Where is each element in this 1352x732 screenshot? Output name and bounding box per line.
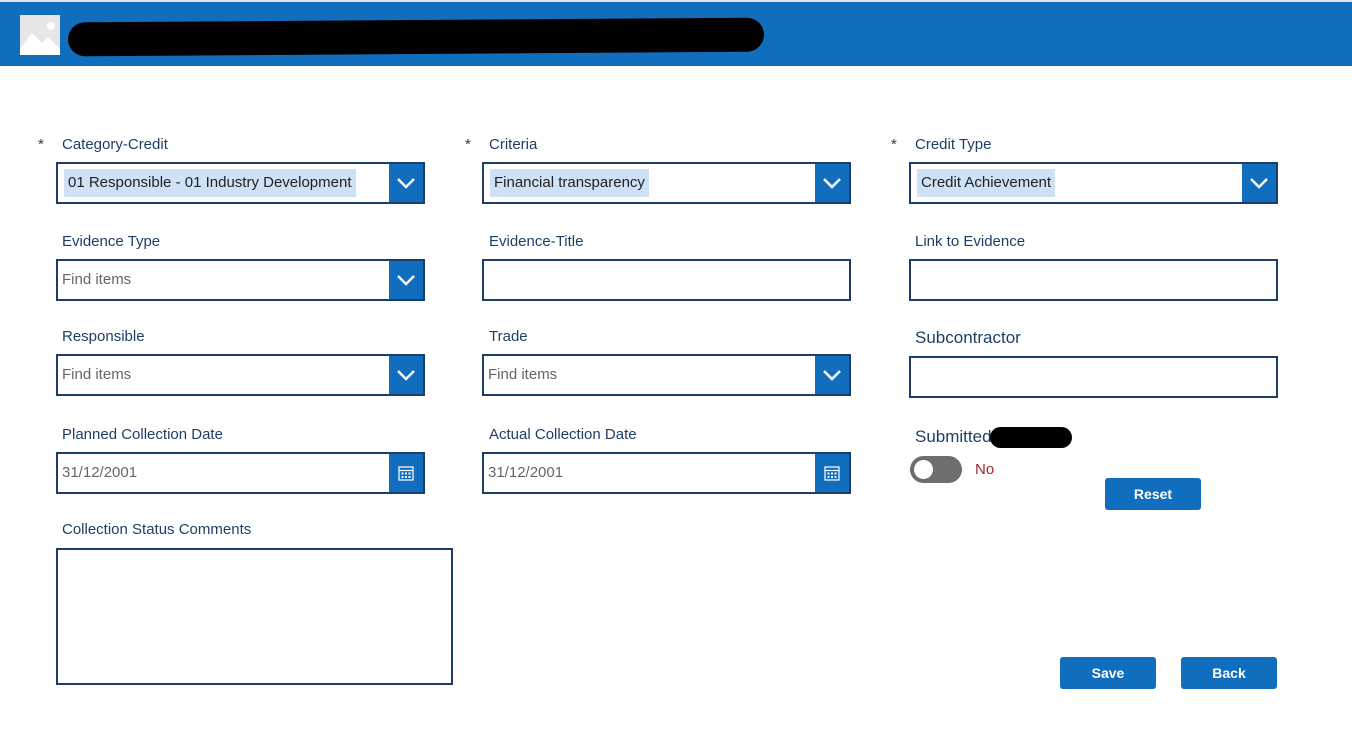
credit-type-label: Credit Type	[915, 136, 992, 153]
criteria-combobox[interactable]: Financial transparency	[482, 162, 851, 204]
actual-collection-date-label: Actual Collection Date	[489, 426, 637, 443]
evidence-title-label: Evidence-Title	[489, 233, 584, 250]
criteria-selected: Financial transparency	[490, 169, 649, 197]
category-credit-selected: 01 Responsible - 01 Industry Development	[64, 169, 356, 197]
actual-collection-date-value: 31/12/2001	[488, 464, 564, 481]
credit-type-combobox[interactable]: Credit Achievement	[909, 162, 1278, 204]
subcontractor-label: Subcontractor	[915, 328, 1021, 347]
app-header	[0, 2, 1352, 66]
back-button[interactable]: Back	[1181, 657, 1277, 689]
evidence-title-input[interactable]	[482, 259, 851, 301]
submitted-label: Submitted	[915, 427, 992, 446]
chevron-down-icon[interactable]	[389, 356, 423, 394]
chevron-down-icon[interactable]	[389, 261, 423, 299]
save-button[interactable]: Save	[1060, 657, 1156, 689]
trade-combobox[interactable]: Find items	[482, 354, 851, 396]
submitted-toggle[interactable]	[910, 456, 962, 483]
calendar-icon[interactable]	[389, 454, 423, 492]
toggle-knob	[914, 460, 933, 479]
responsible-placeholder: Find items	[62, 366, 132, 383]
link-to-evidence-input[interactable]	[909, 259, 1278, 301]
redacted-title	[67, 17, 765, 57]
required-marker: *	[891, 136, 897, 153]
credit-type-selected: Credit Achievement	[917, 169, 1056, 197]
submitted-toggle-text: No	[975, 461, 995, 478]
category-credit-label: Category-Credit	[62, 136, 168, 153]
planned-collection-date-label: Planned Collection Date	[62, 426, 223, 443]
subcontractor-input[interactable]	[909, 356, 1278, 398]
chevron-down-icon[interactable]	[815, 356, 849, 394]
actual-collection-date-picker[interactable]: 31/12/2001	[482, 452, 851, 494]
planned-collection-date-picker[interactable]: 31/12/2001	[56, 452, 425, 494]
link-to-evidence-label: Link to Evidence	[915, 233, 1026, 250]
trade-label: Trade	[489, 328, 528, 345]
trade-placeholder: Find items	[488, 366, 558, 383]
image-placeholder-icon	[20, 15, 60, 55]
responsible-combobox[interactable]: Find items	[56, 354, 425, 396]
collection-status-comments-textarea[interactable]	[56, 548, 453, 685]
responsible-label: Responsible	[62, 328, 145, 345]
criteria-label: Criteria	[489, 136, 538, 153]
required-marker: *	[38, 136, 44, 153]
evidence-type-placeholder: Find items	[62, 271, 132, 288]
calendar-icon[interactable]	[815, 454, 849, 492]
chevron-down-icon[interactable]	[389, 164, 423, 202]
required-marker: *	[465, 136, 471, 153]
category-credit-combobox[interactable]: 01 Responsible - 01 Industry Development	[56, 162, 425, 204]
evidence-type-combobox[interactable]: Find items	[56, 259, 425, 301]
chevron-down-icon[interactable]	[815, 164, 849, 202]
chevron-down-icon[interactable]	[1242, 164, 1276, 202]
collection-status-comments-label: Collection Status Comments	[62, 521, 252, 538]
planned-collection-date-value: 31/12/2001	[62, 464, 138, 481]
redacted-text	[990, 427, 1072, 448]
reset-button[interactable]: Reset	[1105, 478, 1201, 510]
evidence-type-label: Evidence Type	[62, 233, 161, 250]
